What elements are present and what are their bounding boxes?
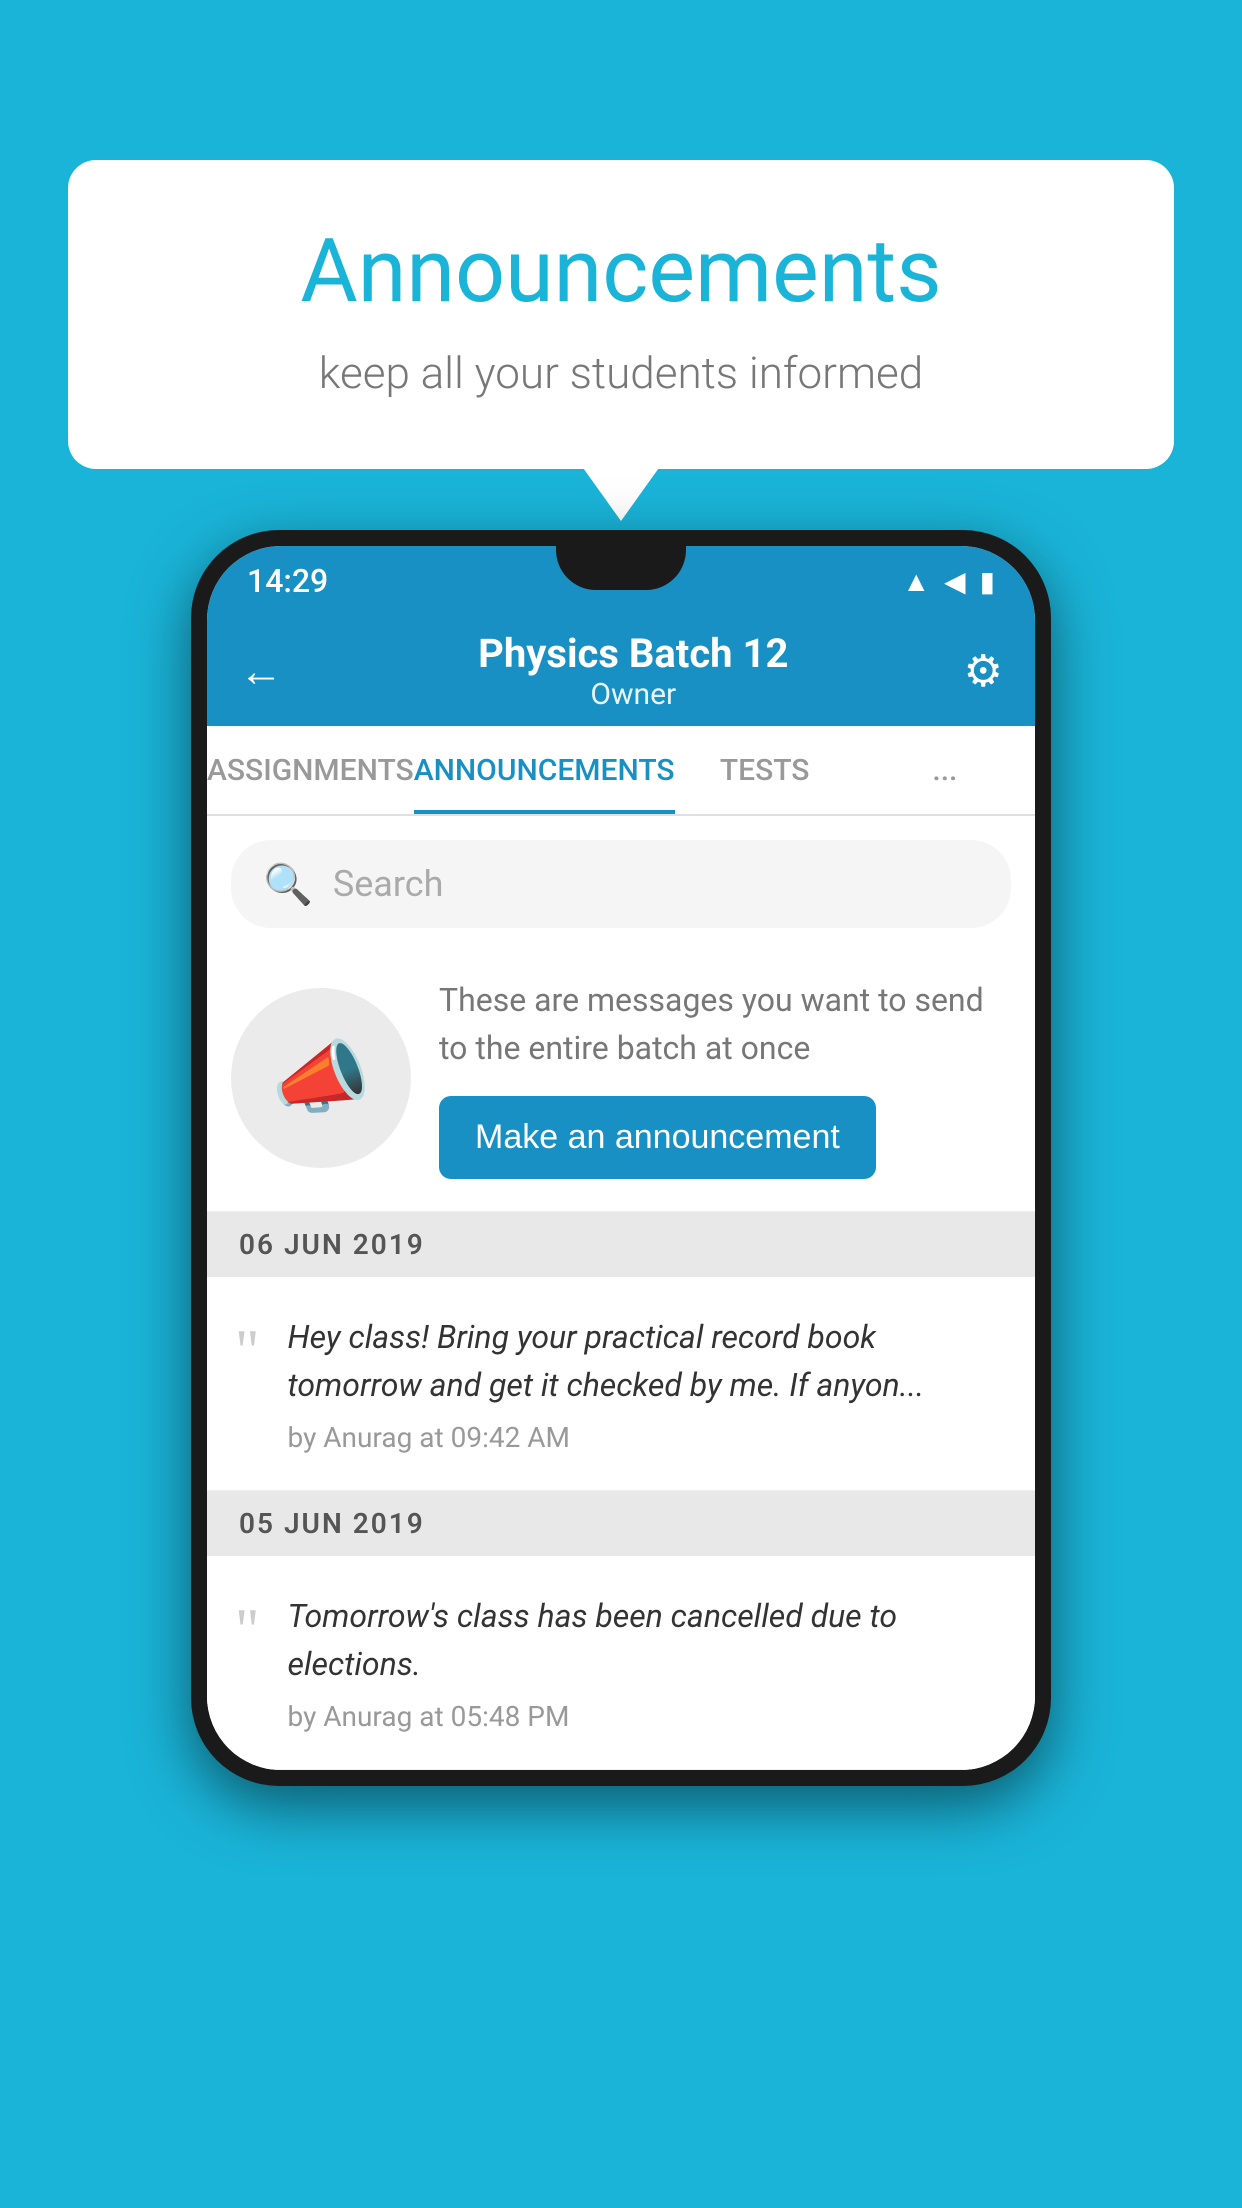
announcement-item-2: " Tomorrow's class has been cancelled du…: [207, 1556, 1035, 1770]
phone-notch: [556, 546, 686, 590]
app-bar-title-container: Physics Batch 12 Owner: [303, 630, 964, 712]
search-icon: 🔍: [263, 861, 313, 908]
search-placeholder: Search: [333, 863, 444, 905]
speech-bubble: Announcements keep all your students inf…: [68, 160, 1174, 469]
announcement-author-2: by Anurag at 05:48 PM: [288, 1700, 1008, 1733]
phone-container: 14:29 ▲ ◀ ▮ ← Physics Batch 12 Owner ⚙: [191, 530, 1051, 1786]
signal-icon: ◀: [944, 565, 966, 598]
quote-icon-2: ": [235, 1600, 260, 1660]
announcement-item-1: " Hey class! Bring your practical record…: [207, 1277, 1035, 1491]
megaphone-icon: 📣: [271, 1031, 371, 1125]
app-bar-title: Physics Batch 12: [303, 630, 964, 677]
phone-screen: 14:29 ▲ ◀ ▮ ← Physics Batch 12 Owner ⚙: [207, 546, 1035, 1770]
date-separator-1: 06 JUN 2019: [207, 1212, 1035, 1277]
speech-bubble-title: Announcements: [128, 220, 1114, 323]
announcement-prompt: 📣 These are messages you want to send to…: [207, 944, 1035, 1212]
announcement-right: These are messages you want to send to t…: [439, 976, 1011, 1179]
status-bar: 14:29 ▲ ◀ ▮: [207, 546, 1035, 616]
app-bar-subtitle: Owner: [303, 677, 964, 712]
announcement-text-1: Hey class! Bring your practical record b…: [288, 1313, 1008, 1409]
date-separator-2: 05 JUN 2019: [207, 1491, 1035, 1556]
announcement-author-1: by Anurag at 09:42 AM: [288, 1421, 1008, 1454]
status-icons: ▲ ◀ ▮: [902, 565, 995, 598]
announcement-content-2: Tomorrow's class has been cancelled due …: [288, 1592, 1008, 1733]
announcement-description: These are messages you want to send to t…: [439, 976, 1011, 1072]
tab-more[interactable]: ...: [855, 726, 1035, 814]
settings-icon[interactable]: ⚙: [964, 645, 1003, 697]
content-area: 🔍 Search 📣 These are messages you want t…: [207, 840, 1035, 1770]
tab-assignments[interactable]: ASSIGNMENTS: [207, 726, 414, 814]
tab-tests[interactable]: TESTS: [675, 726, 855, 814]
search-bar[interactable]: 🔍 Search: [231, 840, 1011, 928]
make-announcement-button[interactable]: Make an announcement: [439, 1096, 876, 1179]
tabs-container: ASSIGNMENTS ANNOUNCEMENTS TESTS ...: [207, 726, 1035, 816]
speech-bubble-container: Announcements keep all your students inf…: [68, 160, 1174, 469]
status-time: 14:29: [247, 562, 328, 600]
speech-bubble-subtitle: keep all your students informed: [128, 347, 1114, 399]
quote-icon-1: ": [235, 1321, 260, 1381]
app-bar: ← Physics Batch 12 Owner ⚙: [207, 616, 1035, 726]
back-button[interactable]: ←: [239, 645, 283, 697]
megaphone-circle: 📣: [231, 988, 411, 1168]
phone-outer: 14:29 ▲ ◀ ▮ ← Physics Batch 12 Owner ⚙: [191, 530, 1051, 1786]
tab-announcements[interactable]: ANNOUNCEMENTS: [414, 726, 675, 814]
announcement-text-2: Tomorrow's class has been cancelled due …: [288, 1592, 1008, 1688]
announcement-content-1: Hey class! Bring your practical record b…: [288, 1313, 1008, 1454]
battery-icon: ▮: [980, 565, 995, 598]
wifi-icon: ▲: [902, 565, 930, 598]
